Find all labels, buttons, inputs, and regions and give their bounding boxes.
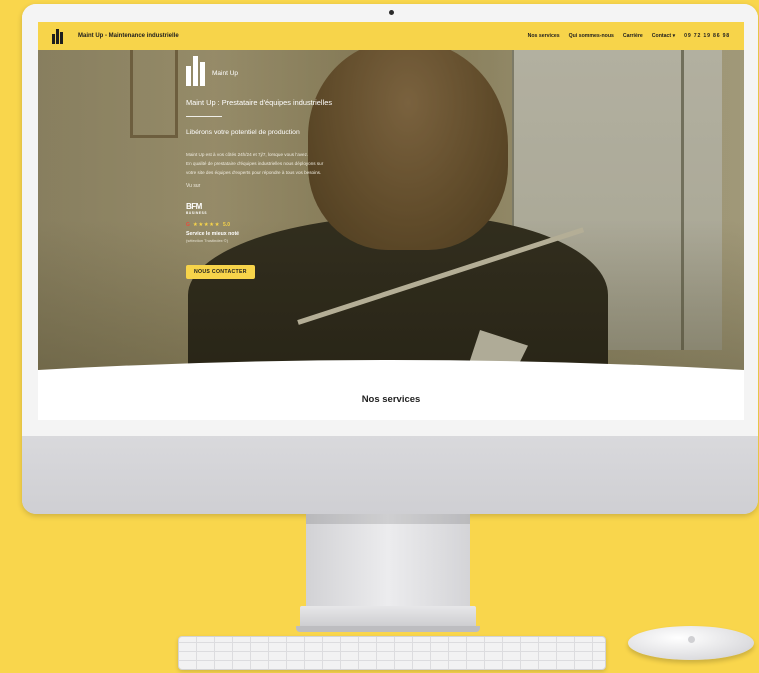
mouse bbox=[628, 626, 754, 660]
best-rated-sub: (sélection Trustindex ©) bbox=[186, 238, 229, 243]
star-rating-icon: ★★★★★ bbox=[192, 222, 221, 228]
hero-subtitle: Libérons votre potentiel de production bbox=[186, 129, 300, 136]
site-title[interactable]: Maint Up - Maintenance industrielle bbox=[78, 33, 179, 39]
vu-sur-label: Vu sur bbox=[186, 183, 201, 189]
nav-bar: Maint Up - Maintenance industrielle Nos … bbox=[38, 22, 744, 50]
brand-logo-icon bbox=[186, 56, 206, 86]
brand-name: Maint Up bbox=[212, 70, 239, 77]
desc-line: votre site des équipes d'experts pour ré… bbox=[186, 170, 322, 175]
nav-item-services[interactable]: Nos services bbox=[528, 33, 560, 39]
hero-brand: Maint Up bbox=[186, 56, 446, 86]
nav-contact-label: Contact bbox=[651, 33, 672, 39]
logo-icon[interactable] bbox=[52, 28, 66, 44]
nav-item-careers[interactable]: Carrière bbox=[623, 33, 643, 39]
hero-description: Maint Up est à vos côtés 24h/24 et 7j/7,… bbox=[186, 150, 396, 177]
rating-score: 5.0 bbox=[223, 222, 230, 228]
desc-line: En qualité de prestataire d'équipes indu… bbox=[186, 161, 324, 166]
stand-shadow bbox=[306, 514, 470, 524]
hero-wave-divider bbox=[38, 360, 744, 382]
hero-section: Maint Up Maint Up : Prestataire d'équipe… bbox=[38, 50, 744, 370]
nav-menu: Nos services Qui sommes-nous Carrière Co… bbox=[528, 33, 730, 39]
hero-divider bbox=[186, 116, 222, 117]
nav-item-contact[interactable]: Contact ▾ bbox=[652, 33, 675, 39]
chevron-down-icon: ▾ bbox=[672, 33, 676, 39]
rating-row: G ★★★★★ 5.0 bbox=[186, 222, 446, 228]
best-rated-label: Service le mieux noté bbox=[186, 231, 240, 237]
google-icon: G bbox=[186, 222, 190, 228]
contact-button[interactable]: NOUS CONTACTER bbox=[186, 265, 255, 279]
website-screen: Maint Up - Maintenance industrielle Nos … bbox=[38, 22, 744, 420]
apple-logo-icon bbox=[688, 636, 695, 643]
monitor-chin bbox=[22, 436, 758, 514]
nav-item-about[interactable]: Qui sommes-nous bbox=[569, 33, 614, 39]
imac-stand bbox=[306, 514, 470, 610]
keyboard bbox=[178, 636, 606, 670]
desc-line: Maint Up est à vos côtés 24h/24 et 7j/7,… bbox=[186, 152, 309, 157]
hero-tagline: Maint Up : Prestataire d'équipes industr… bbox=[186, 98, 333, 107]
services-title: Nos services bbox=[361, 394, 421, 405]
camera-icon bbox=[389, 10, 394, 15]
bfm-sub: BUSINESS bbox=[186, 211, 208, 215]
bfm-logo: BFM BUSINESS bbox=[186, 203, 446, 217]
nav-phone[interactable]: 09 72 19 86 98 bbox=[684, 33, 730, 39]
imac-foot-edge bbox=[296, 626, 480, 632]
hero-content: Maint Up Maint Up : Prestataire d'équipe… bbox=[186, 56, 446, 279]
